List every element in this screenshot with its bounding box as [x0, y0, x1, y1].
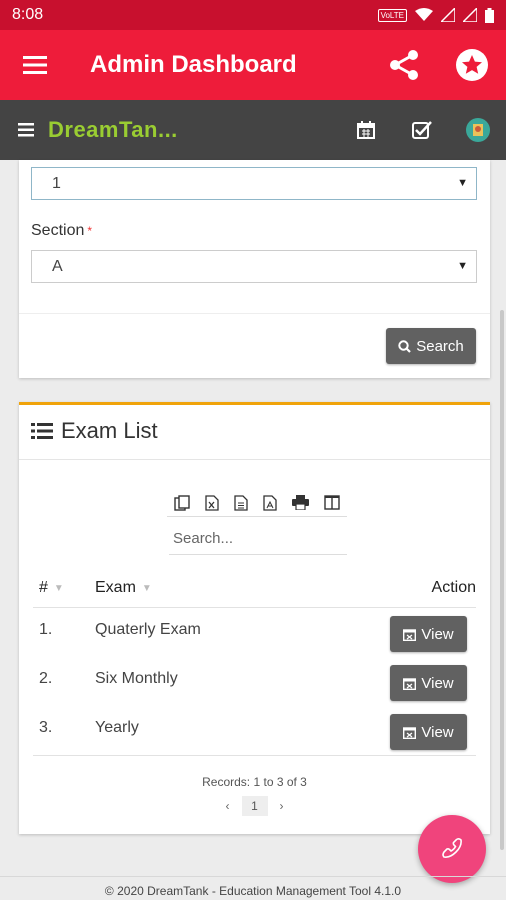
signal-icon-2 [463, 8, 477, 22]
menu-button[interactable] [0, 55, 70, 75]
battery-icon [485, 7, 494, 23]
page-title: Admin Dashboard [90, 51, 297, 78]
column-header-action: Action [431, 579, 476, 596]
copy-icon[interactable] [174, 494, 191, 511]
list-icon [31, 423, 53, 439]
divider [33, 607, 476, 608]
calendar-icon [357, 121, 375, 139]
csv-icon[interactable] [234, 494, 248, 511]
scrollbar[interactable] [500, 310, 504, 850]
avatar-icon [466, 118, 490, 142]
row-number: 3. [39, 719, 53, 736]
wifi-icon [415, 8, 433, 21]
call-fab-button[interactable] [418, 815, 486, 883]
search-icon [398, 339, 412, 353]
view-button-label: View [421, 625, 454, 643]
app-bar: Admin Dashboard [0, 30, 506, 100]
required-marker: * [87, 224, 93, 238]
divider [19, 313, 490, 314]
section-label-text: Section [31, 222, 85, 239]
sort-icon: ▼ [53, 582, 64, 594]
sort-icon: ▼ [141, 582, 152, 594]
calendar-view-icon [403, 628, 417, 641]
share-button[interactable] [370, 49, 438, 81]
class-select-value: 1 [52, 174, 61, 192]
columns-icon[interactable] [323, 495, 340, 510]
search-button[interactable]: Search [386, 328, 476, 364]
status-bar: 8:08 VoLTE [0, 0, 506, 30]
section-select[interactable]: A ▼ [31, 250, 477, 283]
view-button[interactable]: View [390, 616, 467, 652]
calendar-view-icon [403, 726, 417, 739]
profile-button[interactable] [450, 117, 506, 143]
row-number: 1. [39, 621, 53, 638]
export-toolbar [167, 489, 347, 517]
section-label: Section * [31, 222, 92, 240]
exam-list-card: Exam List #▼ Exam▼ Action 1. Quaterly Ex… [19, 402, 490, 834]
excel-icon[interactable] [205, 494, 219, 511]
calendar-button[interactable] [338, 121, 394, 139]
table-row: 2. Six Monthly View [33, 660, 476, 709]
column-header-exam[interactable]: Exam ▼ [95, 579, 152, 597]
share-icon [390, 50, 418, 80]
pagination-next[interactable]: › [280, 799, 284, 813]
secondary-toolbar: DreamTan... [0, 100, 506, 160]
pdf-icon[interactable] [263, 494, 277, 511]
phone-icon [442, 838, 462, 858]
signal-icon [441, 8, 455, 22]
status-time: 8:08 [12, 6, 44, 23]
class-select[interactable]: 1 ▼ [31, 167, 477, 200]
print-icon[interactable] [291, 495, 309, 510]
row-number: 2. [39, 670, 53, 687]
calendar-view-icon [403, 677, 417, 690]
column-header-num-label: # [39, 579, 48, 596]
exam-name: Six Monthly [95, 670, 178, 687]
exam-list-header: Exam List [31, 418, 158, 444]
view-button-label: View [421, 723, 454, 741]
view-button[interactable]: View [390, 665, 467, 701]
pagination-prev[interactable]: ‹ [226, 799, 230, 813]
footer: © 2020 DreamTank - Education Management … [0, 876, 506, 900]
volte-badge: VoLTE [377, 8, 407, 22]
menu-icon [23, 56, 47, 74]
view-button[interactable]: View [390, 714, 467, 750]
column-header-num[interactable]: # ▼ [39, 579, 64, 597]
hamburger-icon[interactable] [18, 123, 34, 137]
dropdown-arrow-icon: ▼ [457, 177, 468, 189]
exam-name: Quaterly Exam [95, 621, 201, 638]
table-row: 1. Quaterly Exam View [33, 611, 476, 660]
filter-card: 1 ▼ Section * A ▼ Search [19, 160, 490, 378]
tasks-button[interactable] [394, 121, 450, 139]
column-header-exam-label: Exam [95, 579, 136, 596]
brand-name[interactable]: DreamTan... [48, 117, 338, 143]
records-info: Records: 1 to 3 of 3 [202, 775, 307, 789]
search-button-label: Search [416, 337, 464, 355]
exam-name: Yearly [95, 719, 139, 736]
table-row: 3. Yearly View [33, 709, 476, 758]
favorite-button[interactable] [438, 48, 506, 82]
star-icon [456, 49, 488, 81]
checkbox-icon [412, 121, 432, 139]
pagination-page-current[interactable]: 1 [241, 796, 268, 816]
divider [33, 755, 476, 756]
exam-list-title: Exam List [61, 418, 158, 443]
status-icons: VoLTE [377, 7, 494, 23]
pagination: ‹ 1 › [19, 796, 490, 816]
view-button-label: View [421, 674, 454, 692]
dropdown-arrow-icon: ▼ [457, 260, 468, 272]
section-select-value: A [52, 257, 63, 275]
table-search-input[interactable] [169, 523, 347, 555]
divider [19, 459, 490, 460]
